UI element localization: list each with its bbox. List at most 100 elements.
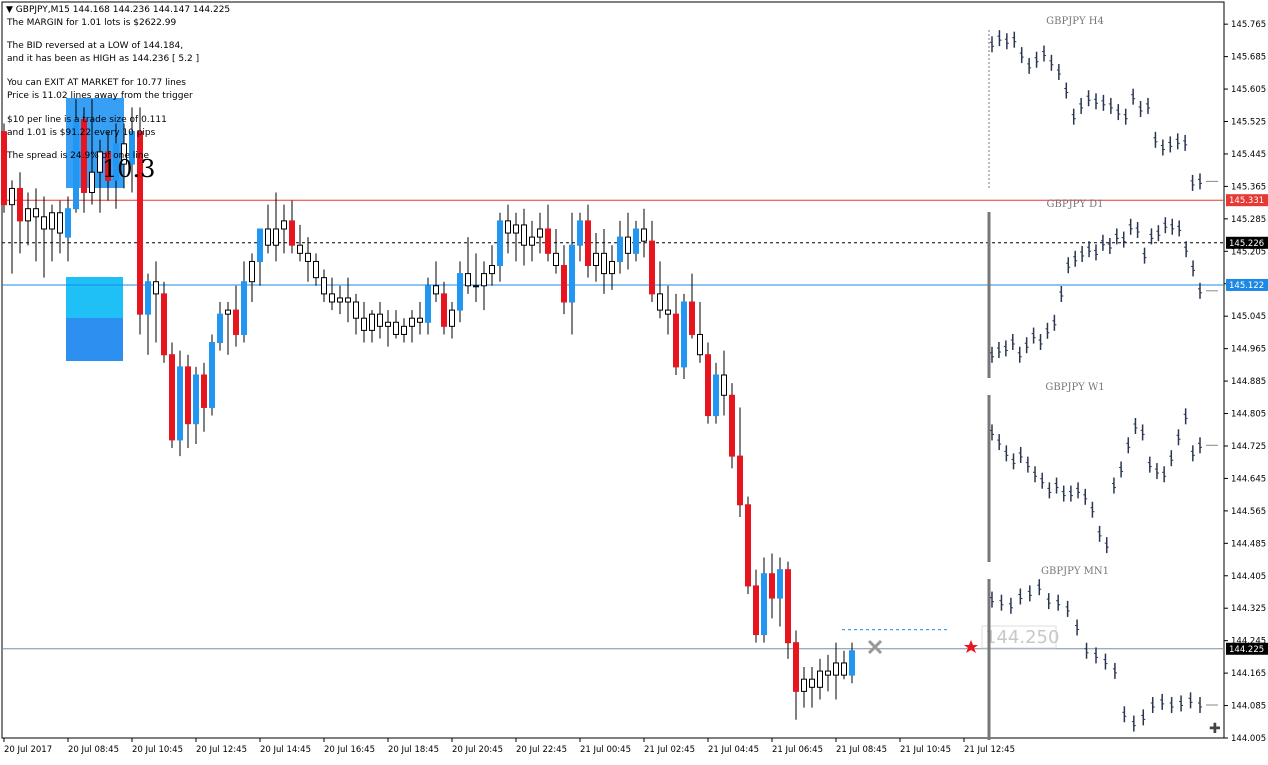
candle-body bbox=[281, 220, 287, 230]
candle-body bbox=[769, 573, 775, 599]
y-tick-label: 145.205 bbox=[1231, 247, 1266, 257]
y-tick-label: 144.725 bbox=[1231, 442, 1266, 452]
candle-body bbox=[249, 260, 255, 283]
candle bbox=[537, 212, 543, 254]
candle-body bbox=[497, 220, 503, 266]
floating-price-label: 144.250 bbox=[985, 627, 1059, 648]
y-tick-label: 144.805 bbox=[1231, 410, 1266, 420]
candle-body bbox=[329, 293, 335, 303]
mini-chart-h4: GBPJPY H4 bbox=[988, 16, 1218, 191]
candle-body bbox=[201, 374, 207, 408]
candle-body bbox=[217, 313, 223, 344]
y-tick-label: 144.165 bbox=[1231, 669, 1266, 679]
candle-body bbox=[801, 678, 807, 692]
candle bbox=[561, 245, 567, 315]
candle bbox=[137, 107, 143, 335]
candle bbox=[193, 366, 199, 444]
candle-body bbox=[257, 228, 263, 262]
candle-body bbox=[57, 212, 63, 234]
candle-body bbox=[833, 662, 839, 676]
candle bbox=[817, 658, 823, 700]
candle-body bbox=[153, 281, 159, 295]
candle-body bbox=[1, 131, 7, 206]
price-chart[interactable]: 145.765 145.685 145.605 145.525 145.445 145.3… bbox=[0, 0, 1268, 761]
candle bbox=[801, 667, 807, 708]
candle-body bbox=[209, 342, 215, 408]
candle-body bbox=[737, 455, 743, 506]
y-tick-label: 144.565 bbox=[1231, 507, 1266, 517]
star-marker-icon bbox=[964, 640, 978, 653]
candle bbox=[201, 362, 207, 432]
candle bbox=[481, 261, 487, 311]
candle-body bbox=[777, 569, 783, 599]
candle bbox=[265, 204, 271, 254]
candle bbox=[793, 630, 799, 720]
candle-body bbox=[649, 240, 655, 295]
price-line-label: 145.122 bbox=[1229, 281, 1264, 291]
candle-body bbox=[297, 244, 303, 254]
candle bbox=[169, 342, 175, 449]
y-tick-label: 144.405 bbox=[1231, 572, 1266, 582]
mini-chart-w1: GBPJPY W1 bbox=[987, 382, 1218, 562]
candle bbox=[289, 200, 295, 254]
candle-body bbox=[385, 321, 391, 327]
entry-zone-lower bbox=[66, 318, 123, 361]
candle bbox=[689, 273, 695, 339]
x-tick-label: 20 Jul 2017 bbox=[4, 745, 52, 755]
candle-body bbox=[465, 273, 471, 287]
candle-body bbox=[185, 366, 191, 425]
x-tick-label: 20 Jul 14:45 bbox=[260, 745, 311, 755]
candle-body bbox=[433, 285, 439, 295]
mini-chart-title: GBPJPY MN1 bbox=[1041, 566, 1109, 577]
candle bbox=[353, 293, 359, 335]
candle bbox=[745, 496, 751, 595]
candle-body bbox=[761, 573, 767, 636]
crosshair-icon[interactable]: ✚ bbox=[1209, 721, 1221, 737]
candle-body bbox=[817, 670, 823, 688]
candle bbox=[585, 204, 591, 278]
candle bbox=[281, 204, 287, 254]
candle-body bbox=[473, 285, 479, 288]
candle-body bbox=[145, 281, 151, 315]
y-tick-label: 145.525 bbox=[1231, 118, 1266, 128]
candle-body bbox=[417, 317, 423, 323]
candle bbox=[553, 228, 559, 274]
candle-body bbox=[673, 313, 679, 368]
candle-body bbox=[609, 260, 615, 275]
candle bbox=[505, 204, 511, 254]
candle-body bbox=[369, 313, 375, 331]
candle-body bbox=[657, 293, 663, 311]
candle bbox=[577, 212, 583, 262]
candle bbox=[617, 220, 623, 274]
candle-body bbox=[17, 187, 23, 222]
candle bbox=[657, 261, 663, 319]
candle-body bbox=[809, 678, 815, 688]
candle bbox=[393, 310, 399, 339]
candle bbox=[385, 310, 391, 347]
candle-body bbox=[177, 366, 183, 441]
candle bbox=[233, 285, 239, 347]
candle bbox=[545, 204, 551, 262]
x-tick-label: 20 Jul 22:45 bbox=[516, 745, 567, 755]
x-tick-label: 21 Jul 10:45 bbox=[900, 745, 951, 755]
x-tick-label: 21 Jul 02:45 bbox=[644, 745, 695, 755]
y-tick-label: 144.645 bbox=[1231, 474, 1266, 484]
candle bbox=[377, 301, 383, 339]
y-tick-label: 144.325 bbox=[1231, 604, 1266, 614]
candle bbox=[1, 123, 7, 213]
candle-body bbox=[505, 220, 511, 234]
price-line-label: 145.331 bbox=[1229, 196, 1264, 206]
y-tick-label: 145.605 bbox=[1231, 85, 1266, 95]
candle-body bbox=[481, 273, 487, 287]
candle bbox=[521, 208, 527, 266]
header-dropdown-icon[interactable]: ▼ bbox=[6, 5, 13, 15]
candle bbox=[249, 253, 255, 302]
candle-body bbox=[233, 309, 239, 335]
candle-body bbox=[785, 569, 791, 644]
candle-body bbox=[585, 220, 591, 266]
candle bbox=[833, 642, 839, 700]
candle-body bbox=[65, 208, 71, 238]
candle-body bbox=[393, 321, 399, 335]
candle-body bbox=[361, 317, 367, 331]
candle-body bbox=[225, 309, 231, 315]
